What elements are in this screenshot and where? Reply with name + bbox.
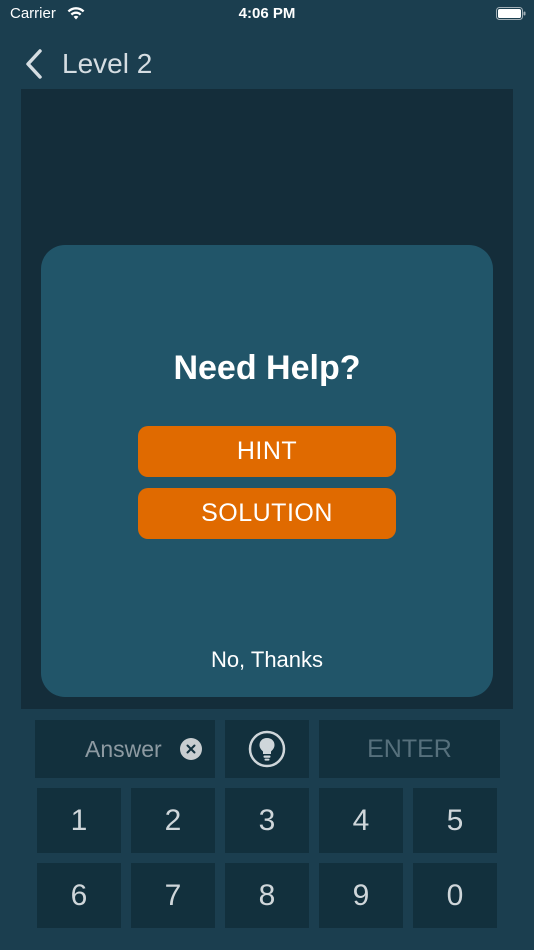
answer-placeholder: Answer — [85, 736, 162, 762]
clear-icon[interactable] — [180, 738, 202, 760]
key-9[interactable]: 9 — [319, 863, 403, 928]
key-2[interactable]: 2 — [131, 788, 215, 853]
chevron-left-icon — [26, 49, 42, 79]
solution-button[interactable]: SOLUTION — [138, 488, 396, 539]
answer-input[interactable]: Answer — [35, 720, 215, 778]
help-modal: Need Help? HINT SOLUTION No, Thanks — [41, 245, 493, 697]
input-row: Answer ENTER — [0, 720, 534, 778]
status-bar: Carrier 4:06 PM — [0, 0, 534, 30]
lightbulb-hint-button[interactable] — [225, 720, 309, 778]
back-button[interactable]: Level 2 — [22, 44, 172, 84]
key-4[interactable]: 4 — [319, 788, 403, 853]
key-6[interactable]: 6 — [37, 863, 121, 928]
modal-title: Need Help? — [173, 349, 361, 387]
battery-icon — [496, 7, 526, 20]
key-3[interactable]: 3 — [225, 788, 309, 853]
key-1[interactable]: 1 — [37, 788, 121, 853]
key-8[interactable]: 8 — [225, 863, 309, 928]
enter-button[interactable]: ENTER — [319, 720, 500, 778]
key-0[interactable]: 0 — [413, 863, 497, 928]
status-time: 4:06 PM — [238, 5, 296, 22]
no-thanks-button[interactable]: No, Thanks — [41, 647, 493, 673]
key-5[interactable]: 5 — [413, 788, 497, 853]
hint-button[interactable]: HINT — [138, 426, 396, 477]
key-7[interactable]: 7 — [131, 863, 215, 928]
page-title: Level 2 — [62, 48, 153, 79]
lightbulb-icon — [248, 730, 286, 768]
nav-bar: Level 2 — [0, 34, 534, 88]
